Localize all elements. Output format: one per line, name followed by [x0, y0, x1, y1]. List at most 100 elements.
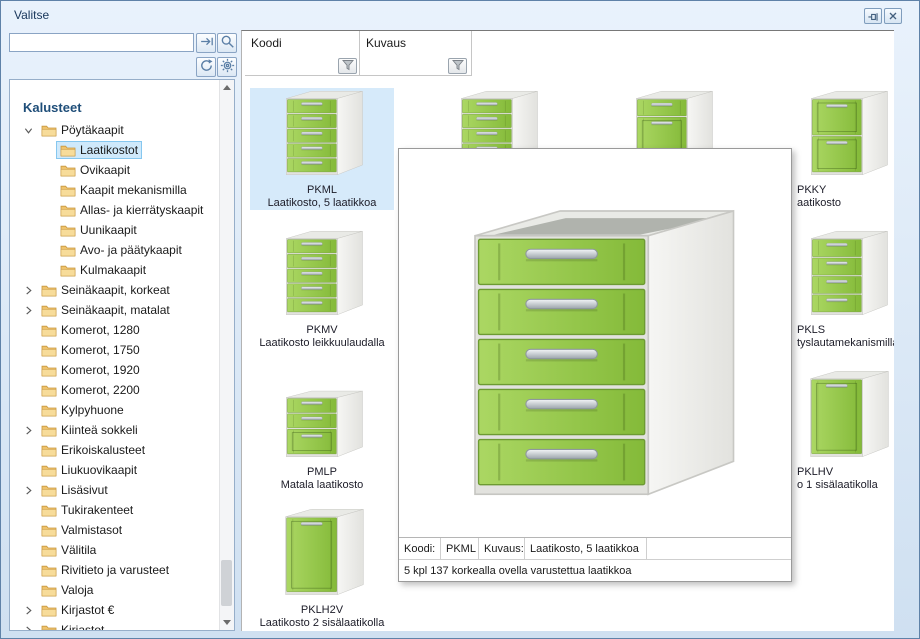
tree-item-kylpyhuone[interactable]: Kylpyhuone: [10, 400, 215, 420]
tree-item-laatikostot[interactable]: Laatikostot: [10, 140, 215, 160]
folder-icon: [41, 444, 57, 457]
scroll-up-icon[interactable]: [220, 80, 234, 95]
item-description: Laatikosto, 5 laatikkoa: [267, 197, 377, 209]
details-text: 5 kpl 137 korkealla ovella varustettua l…: [404, 564, 632, 577]
search-button[interactable]: [217, 33, 237, 53]
desc-label: Kuvaus:: [479, 538, 525, 559]
item-description: Laatikosto leikkuulaudalla: [259, 337, 385, 349]
scroll-down-icon[interactable]: [220, 615, 234, 630]
chevron-right-icon[interactable]: [24, 284, 37, 296]
tree-item-kaapit-mekanismilla[interactable]: Kaapit mekanismilla: [10, 180, 215, 200]
tree-item-label: Pöytäkaapit: [61, 123, 124, 137]
chevron-down-icon[interactable]: [24, 124, 37, 136]
catalog-item-pkml[interactable]: PKML Laatikosto, 5 laatikkoa: [250, 88, 394, 210]
catalog-item-pkls[interactable]: PKLS tyslautamekanismilla: [775, 228, 894, 350]
folder-icon: [41, 504, 57, 517]
folder-icon: [41, 124, 57, 137]
code-label: Koodi:: [399, 538, 441, 559]
tree-item-valmistasot[interactable]: Valmistasot: [10, 520, 215, 540]
tree-scrollbar[interactable]: [219, 80, 234, 630]
tree-item-kirjastot[interactable]: Kirjastot €: [10, 600, 215, 620]
tree-item-komerot-1750[interactable]: Komerot, 1750: [10, 340, 215, 360]
refresh-button[interactable]: [196, 57, 216, 77]
tree-item-allas-ja-kierr-tyskaapit[interactable]: Allas- ja kierrätyskaapit: [10, 200, 215, 220]
tree-item-sein-kaapit-matalat[interactable]: Seinäkaapit, matalat: [10, 300, 215, 320]
tree-item-liukuovikaapit[interactable]: Liukuovikaapit: [10, 460, 215, 480]
item-code: PKML: [307, 184, 337, 196]
item-description: Matala laatikosto: [280, 479, 364, 491]
chevron-right-icon[interactable]: [24, 424, 37, 436]
tree-item-v-litila[interactable]: Välitila: [10, 540, 215, 560]
tree-item-label: Seinäkaapit, matalat: [61, 303, 170, 317]
tree-root-label[interactable]: Kalusteet: [23, 100, 82, 115]
tree-item-ovikaapit[interactable]: Ovikaapit: [10, 160, 215, 180]
title-bar[interactable]: Valitse: [1, 1, 919, 29]
close-icon: [887, 10, 899, 22]
go-button[interactable]: [196, 33, 216, 53]
catalog-item-pklh2v[interactable]: PKLH2V Laatikosto 2 sisälaatikolla: [250, 508, 394, 630]
catalog-item-pkky[interactable]: PKKY aatikosto: [775, 88, 894, 210]
tree-item-komerot-1280[interactable]: Komerot, 1280: [10, 320, 215, 340]
tree-item-tukirakenteet[interactable]: Tukirakenteet: [10, 500, 215, 520]
catalog-item-pkmv[interactable]: PKMV Laatikosto leikkuulaudalla: [250, 228, 394, 350]
column-header-koodi[interactable]: Koodi: [245, 31, 360, 76]
chevron-right-icon[interactable]: [24, 624, 37, 630]
tree-item-kirjastot[interactable]: Kirjastot: [10, 620, 215, 630]
item-label: PMLP Matala laatikosto: [250, 466, 394, 492]
tree-item-label: Valmistasot: [61, 523, 123, 537]
tree-item-p-yt-kaapit[interactable]: Pöytäkaapit: [10, 120, 215, 140]
tree-item-rivitieto-ja-varusteet[interactable]: Rivitieto ja varusteet: [10, 560, 215, 580]
tree-item-komerot-2200[interactable]: Komerot, 2200: [10, 380, 215, 400]
tree-item-label: Ovikaapit: [80, 163, 131, 177]
tree-item-valoja[interactable]: Valoja: [10, 580, 215, 600]
chevron-right-icon[interactable]: [24, 304, 37, 316]
tree-item-lis-sivut[interactable]: Lisäsivut: [10, 480, 215, 500]
item-description: aatikosto: [797, 197, 842, 209]
item-tooltip: Koodi: PKML Kuvaus: Laatikosto, 5 laatik…: [398, 148, 792, 582]
filter-button-kuvaus[interactable]: [448, 58, 467, 74]
folder-icon: [60, 204, 76, 217]
folder-icon: [60, 164, 76, 177]
pin-button[interactable]: [864, 8, 882, 24]
cabinet-4-drawers-image: [775, 228, 894, 322]
cabinet-3-drawers-low-image: [250, 370, 394, 464]
folder-icon: [41, 404, 57, 417]
chevron-right-icon[interactable]: [24, 484, 37, 496]
catalog-panel: Koodi Kuvaus PKML Laatikosto, 5 laatikkoa…: [241, 30, 894, 631]
tree-item-label: Komerot, 1280: [61, 323, 140, 337]
tree-item-sein-kaapit-korkeat[interactable]: Seinäkaapit, korkeat: [10, 280, 215, 300]
settings-button[interactable]: [217, 57, 237, 77]
search-input[interactable]: [9, 33, 194, 52]
scrollbar-thumb[interactable]: [221, 560, 232, 606]
tree-item-kulmakaapit[interactable]: Kulmakaapit: [10, 260, 215, 280]
gear-icon: [220, 58, 235, 76]
tree-item-erikoiskalusteet[interactable]: Erikoiskalusteet: [10, 440, 215, 460]
item-label: PKMV Laatikosto leikkuulaudalla: [250, 324, 394, 350]
refresh-icon: [199, 58, 214, 76]
tree-item-label: Kiinteä sokkeli: [61, 423, 138, 437]
desc-value: Laatikosto, 5 laatikkoa: [525, 538, 647, 559]
catalog-item-pmlp[interactable]: PMLP Matala laatikosto: [250, 370, 394, 492]
tree-item-kiinte-sokkeli[interactable]: Kiinteä sokkeli: [10, 420, 215, 440]
folder-icon: [41, 604, 57, 617]
tree-item-komerot-1920[interactable]: Komerot, 1920: [10, 360, 215, 380]
column-header-kuvaus[interactable]: Kuvaus: [360, 31, 472, 76]
funnel-icon: [451, 59, 464, 74]
close-button[interactable]: [884, 8, 902, 24]
tree-item-label: Komerot, 1920: [61, 363, 140, 377]
folder-icon: [41, 284, 57, 297]
tree-item-avo-ja-p-tykaapit[interactable]: Avo- ja päätykaapit: [10, 240, 215, 260]
catalog-item-pklhv[interactable]: PKLHV o 1 sisälaatikolla: [775, 370, 894, 492]
tree-item-uunikaapit[interactable]: Uunikaapit: [10, 220, 215, 240]
tree-item-label: Komerot, 1750: [61, 343, 140, 357]
filter-button-koodi[interactable]: [338, 58, 357, 74]
item-description: Laatikosto 2 sisälaatikolla: [259, 617, 385, 629]
chevron-right-icon[interactable]: [24, 604, 37, 616]
